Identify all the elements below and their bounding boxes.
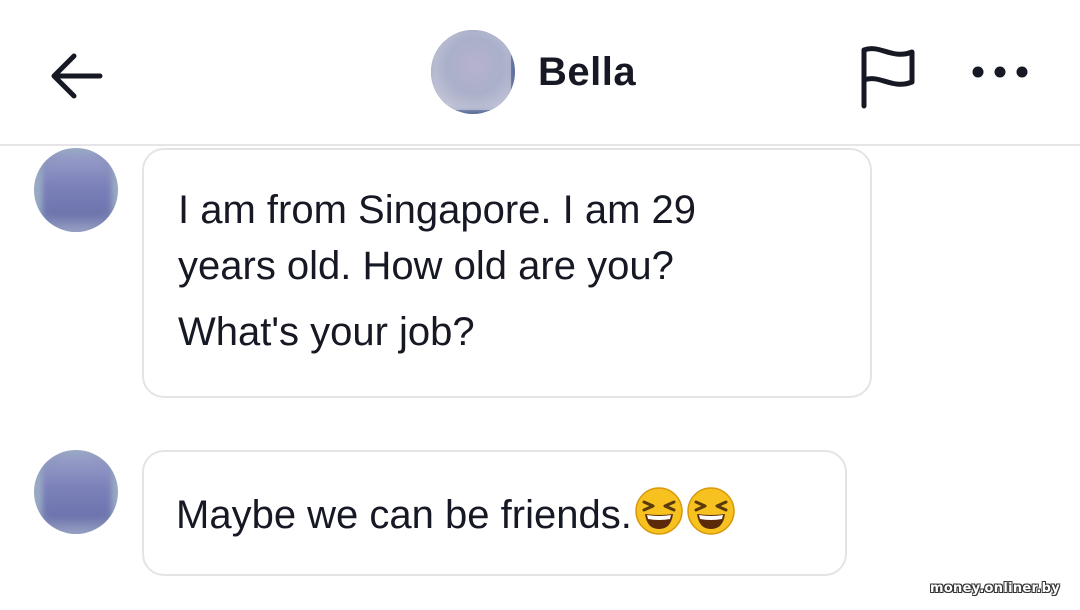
message-text-line: What's your job? [178, 310, 475, 354]
avatar-ring [34, 148, 118, 232]
message-bubble[interactable]: Maybe we can be friends. [142, 450, 847, 576]
report-button[interactable] [852, 40, 924, 112]
flag-icon [861, 46, 915, 109]
grinning-squinting-face-emoji-icon [635, 487, 683, 535]
message-text: Maybe we can be friends. [176, 493, 632, 537]
avatar-ring [34, 450, 118, 534]
contact-avatar[interactable] [431, 30, 515, 114]
back-button[interactable] [44, 44, 108, 108]
sender-avatar[interactable] [34, 148, 118, 232]
message-text-line: I am from Singapore. I am 29 [178, 188, 697, 232]
message-text-line: Maybe we can be friends. [176, 486, 815, 543]
message-bubble[interactable]: I am from Singapore. I am 29 years old. … [142, 148, 872, 398]
more-options-button[interactable] [966, 48, 1034, 96]
sender-avatar[interactable] [34, 450, 118, 534]
message-text-line: years old. How old are you? [178, 244, 674, 288]
avatar-blur-overlay [431, 30, 511, 110]
more-horizontal-icon [972, 66, 1028, 78]
chat-header: Bella [0, 0, 1080, 146]
grinning-squinting-face-emoji-icon [687, 487, 735, 535]
arrow-left-icon [51, 53, 103, 99]
watermark: money.onliner.by [929, 581, 1060, 596]
contact-name[interactable]: Bella [538, 48, 636, 96]
